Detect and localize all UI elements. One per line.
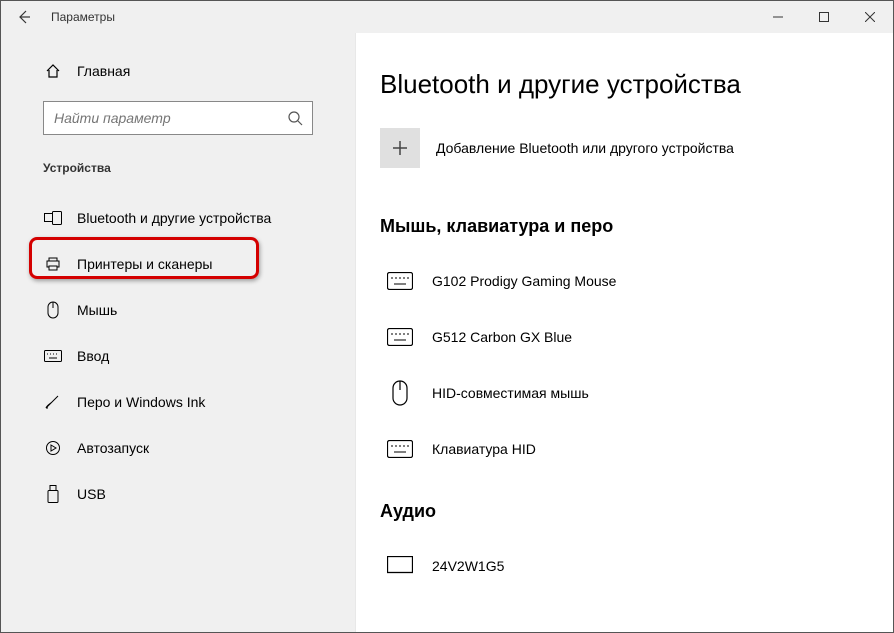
device-label: 24V2W1G5 [420, 558, 504, 574]
sidebar-item-label: Bluetooth и другие устройства [63, 210, 271, 226]
autoplay-icon [43, 440, 63, 456]
device-item[interactable]: HID-совместимая мышь [380, 365, 893, 421]
keyboard-icon [43, 350, 63, 362]
maximize-button[interactable] [801, 1, 847, 33]
sidebar-item-label: Мышь [63, 302, 117, 318]
window-title: Параметры [47, 10, 115, 24]
device-label: G102 Prodigy Gaming Mouse [420, 273, 616, 289]
maximize-icon [819, 12, 829, 22]
sidebar-item-label: Перо и Windows Ink [63, 394, 205, 410]
device-label: HID-совместимая мышь [420, 385, 589, 401]
sidebar-item-mouse[interactable]: Мышь [1, 287, 355, 333]
pen-icon [43, 394, 63, 410]
search-field[interactable] [43, 101, 313, 135]
device-item[interactable]: G102 Prodigy Gaming Mouse [380, 253, 893, 309]
sidebar-item-autoplay[interactable]: Автозапуск [1, 425, 355, 471]
printer-icon [43, 256, 63, 272]
content-area: Bluetooth и другие устройства Добавление… [356, 33, 893, 632]
close-icon [865, 12, 875, 22]
device-label: Клавиатура HID [420, 441, 536, 457]
sidebar-item-label: Автозапуск [63, 440, 149, 456]
minimize-icon [773, 12, 783, 22]
device-group-title-audio: Аудио [380, 477, 893, 538]
sidebar-item-label: Принтеры и сканеры [63, 256, 212, 272]
arrow-left-icon [16, 9, 32, 25]
devices-icon [43, 211, 63, 225]
mouse-icon [380, 380, 420, 406]
close-button[interactable] [847, 1, 893, 33]
device-item[interactable]: 24V2W1G5 [380, 538, 893, 594]
mouse-icon [43, 301, 63, 319]
titlebar: Параметры [1, 1, 893, 33]
plus-icon [380, 128, 420, 168]
back-button[interactable] [1, 1, 47, 33]
window-controls [755, 1, 893, 33]
sidebar: Главная Устройства Bluetooth и другие ус… [1, 33, 356, 632]
search-input[interactable] [44, 110, 278, 126]
device-item[interactable]: G512 Carbon GX Blue [380, 309, 893, 365]
device-item[interactable]: Клавиатура HID [380, 421, 893, 477]
home-icon [43, 63, 63, 79]
device-label: G512 Carbon GX Blue [420, 329, 572, 345]
sidebar-home-label: Главная [63, 63, 130, 79]
sidebar-item-pen[interactable]: Перо и Windows Ink [1, 379, 355, 425]
page-title: Bluetooth и другие устройства [380, 69, 893, 128]
device-group-title: Мышь, клавиатура и перо [380, 206, 893, 253]
sidebar-item-bluetooth[interactable]: Bluetooth и другие устройства [1, 195, 355, 241]
monitor-icon [380, 556, 420, 576]
keyboard-icon [380, 440, 420, 458]
sidebar-home[interactable]: Главная [1, 51, 355, 91]
add-device-button[interactable]: Добавление Bluetooth или другого устройс… [380, 128, 893, 168]
sidebar-item-printers[interactable]: Принтеры и сканеры [1, 241, 355, 287]
nav-list: Bluetooth и другие устройства Принтеры и… [1, 189, 355, 517]
sidebar-item-typing[interactable]: Ввод [1, 333, 355, 379]
keyboard-icon [380, 272, 420, 290]
search-icon [278, 110, 312, 126]
usb-icon [43, 485, 63, 503]
sidebar-item-label: USB [63, 486, 106, 502]
minimize-button[interactable] [755, 1, 801, 33]
sidebar-section-label: Устройства [1, 135, 355, 189]
keyboard-icon [380, 328, 420, 346]
add-device-label: Добавление Bluetooth или другого устройс… [420, 140, 734, 156]
sidebar-item-usb[interactable]: USB [1, 471, 355, 517]
sidebar-item-label: Ввод [63, 348, 109, 364]
